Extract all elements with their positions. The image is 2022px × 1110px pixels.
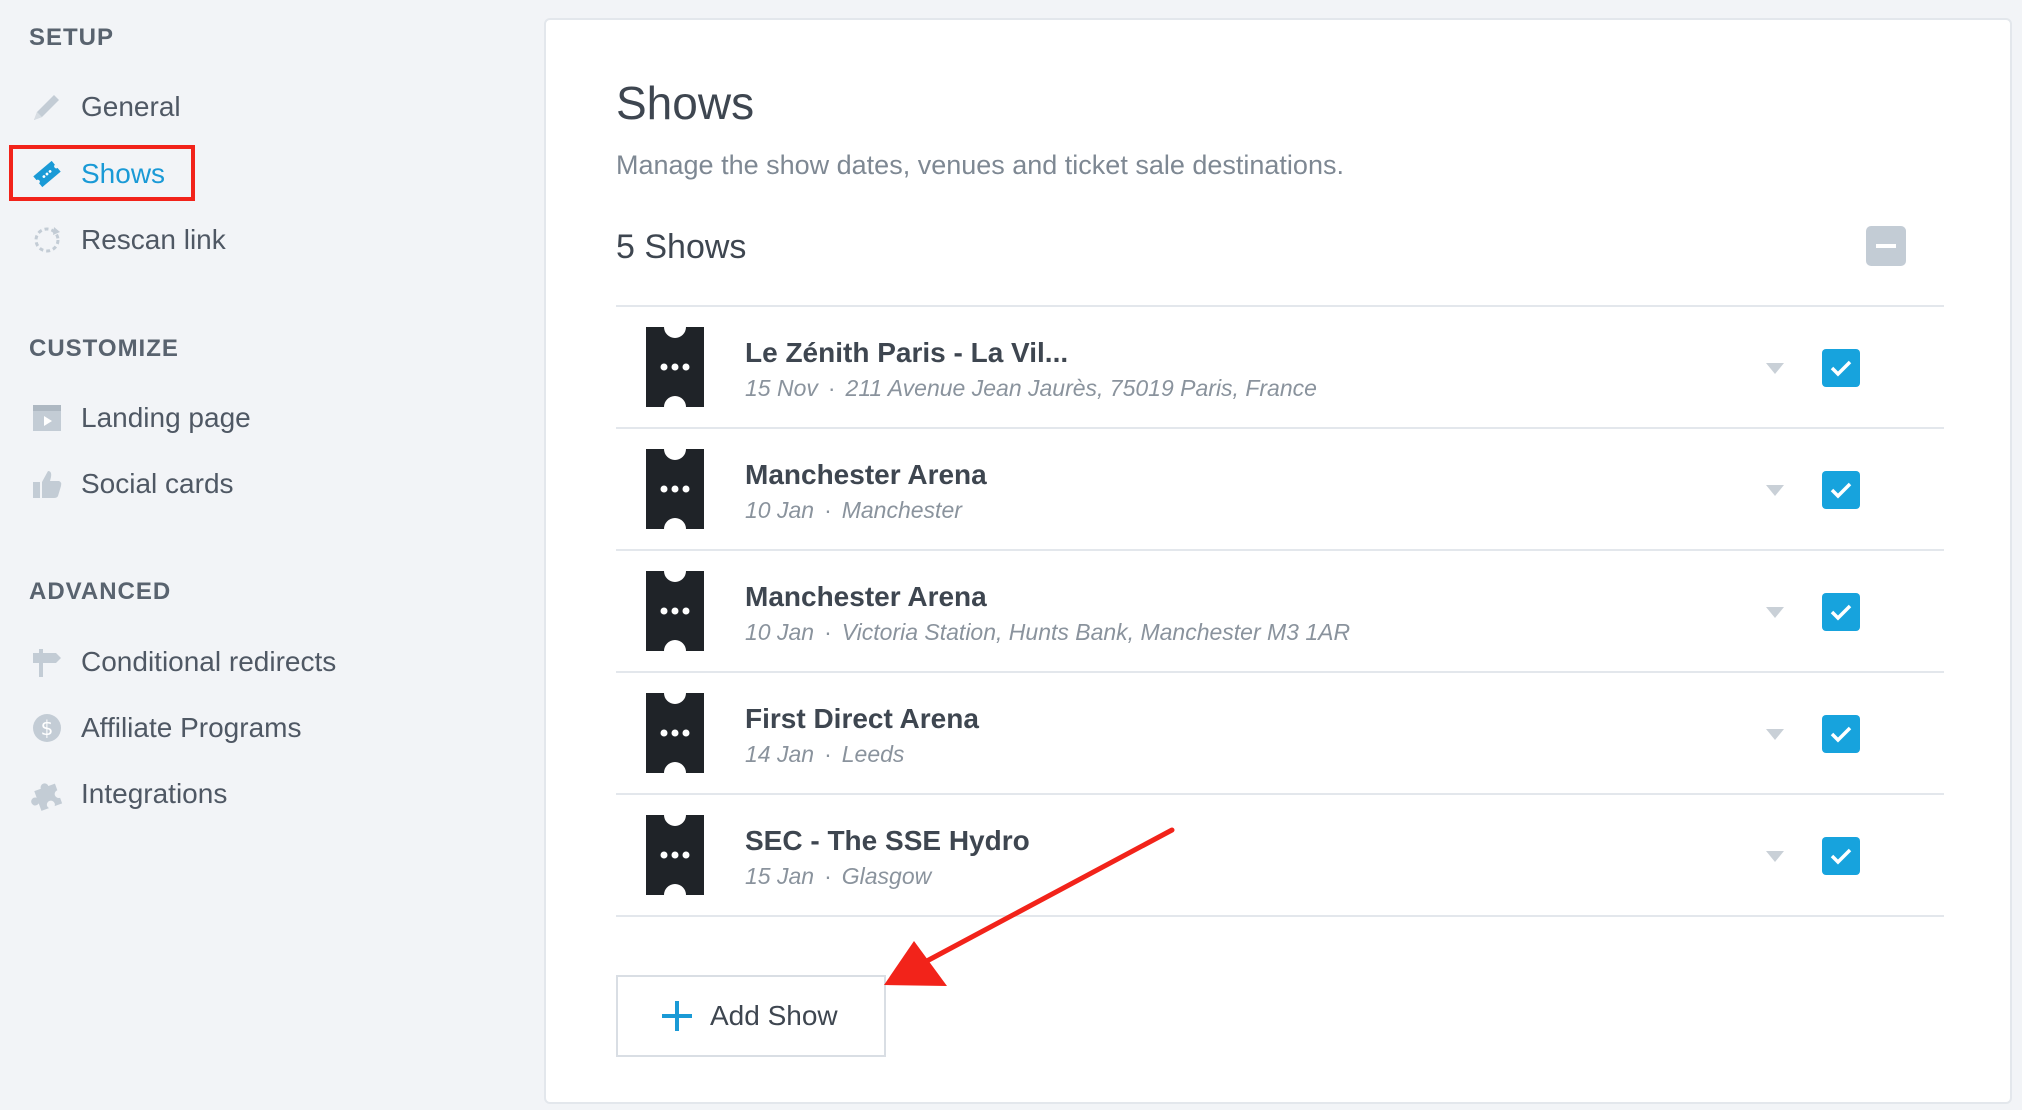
checkmark-icon (1830, 604, 1852, 621)
sidebar: SETUP General Shows Rescan link CUSTOMIZ… (0, 0, 540, 1110)
show-meta: 15 Jan · Glasgow (745, 863, 931, 890)
add-show-label: Add Show (710, 1000, 838, 1031)
show-name: First Direct Arena (745, 703, 979, 734)
thumbs-up-icon (29, 466, 65, 502)
sidebar-item-label: Integrations (81, 778, 228, 809)
show-checkbox[interactable] (1822, 837, 1860, 875)
pencil-icon (29, 89, 65, 125)
puzzle-icon (29, 776, 65, 812)
sidebar-item-affiliate-programs[interactable]: $ Affiliate Programs (29, 706, 301, 750)
show-name: Manchester Arena (745, 459, 987, 490)
sidebar-item-label: General (81, 91, 181, 122)
show-date: 15 Jan (745, 863, 815, 889)
dollar-icon: $ (29, 710, 65, 746)
show-row[interactable]: Manchester Arena 10 Jan · Manchester (616, 429, 1944, 551)
shows-count: 5 Shows (616, 228, 747, 266)
meta-separator: · (824, 497, 832, 523)
minus-icon (1876, 244, 1896, 248)
meta-separator: · (824, 619, 832, 645)
sidebar-item-landing-page[interactable]: Landing page (29, 396, 251, 440)
show-date: 15 Nov (745, 375, 818, 401)
ticket-icon (644, 815, 706, 895)
sidebar-item-label: Rescan link (81, 224, 226, 255)
landing-page-icon (29, 400, 65, 436)
show-row[interactable]: First Direct Arena 14 Jan · Leeds (616, 673, 1944, 795)
meta-separator: · (827, 375, 836, 401)
show-checkbox[interactable] (1822, 715, 1860, 753)
annotation-highlight-box (9, 145, 195, 201)
svg-text:$: $ (41, 716, 54, 740)
chevron-down-icon[interactable] (1766, 729, 1784, 740)
sidebar-item-label: Conditional redirects (81, 646, 337, 677)
ticket-icon (644, 449, 706, 529)
shows-card: Shows Manage the show dates, venues and … (544, 18, 2012, 1104)
sidebar-item-label: Landing page (81, 402, 251, 433)
show-location: Glasgow (841, 863, 932, 889)
show-checkbox[interactable] (1822, 593, 1860, 631)
checkmark-icon (1830, 848, 1852, 865)
ticket-icon (644, 693, 706, 773)
advanced-section-title: ADVANCED (29, 578, 172, 605)
show-checkbox[interactable] (1822, 471, 1860, 509)
sidebar-item-label: Affiliate Programs (81, 712, 302, 743)
ticket-icon (644, 571, 706, 651)
show-date: 14 Jan (745, 741, 815, 767)
show-meta: 10 Jan · Manchester (745, 497, 962, 524)
checkmark-icon (1830, 482, 1852, 499)
page-subtitle: Manage the show dates, venues and ticket… (616, 150, 1344, 180)
show-meta: 15 Nov · 211 Avenue Jean Jaurès, 75019 Par… (745, 375, 1317, 402)
ticket-icon (644, 327, 706, 407)
show-row[interactable]: Le Zénith Paris - La Vil... 15 Nov · 211 A… (616, 307, 1944, 429)
sidebar-item-general[interactable]: General (29, 85, 181, 129)
setup-section-title: SETUP (29, 24, 115, 51)
show-date: 10 Jan (745, 619, 815, 645)
show-checkbox[interactable] (1822, 349, 1860, 387)
show-row[interactable]: SEC - The SSE Hydro 15 Jan · Glasgow (616, 795, 1944, 917)
sidebar-item-social-cards[interactable]: Social cards (29, 462, 234, 506)
show-location: Manchester (841, 497, 962, 523)
sidebar-item-label: Social cards (81, 468, 234, 499)
sidebar-item-rescan-link[interactable]: Rescan link (29, 218, 226, 262)
show-name: Manchester Arena (745, 581, 987, 612)
customize-section-title: CUSTOMIZE (29, 335, 179, 362)
signpost-icon (29, 644, 65, 680)
collapse-all-button[interactable] (1866, 226, 1906, 266)
show-row[interactable]: Manchester Arena 10 Jan · Victoria Station… (616, 551, 1944, 673)
chevron-down-icon[interactable] (1766, 485, 1784, 496)
checkmark-icon (1830, 360, 1852, 377)
show-meta: 14 Jan · Leeds (745, 741, 904, 768)
add-show-button[interactable]: Add Show (616, 975, 886, 1057)
meta-separator: · (824, 863, 832, 889)
show-location: 211 Avenue Jean Jaurès, 75019 Paris, Fra… (845, 375, 1317, 401)
show-name: Le Zénith Paris - La Vil... (745, 337, 1069, 368)
show-location: Leeds (841, 741, 905, 767)
page-title: Shows (616, 77, 755, 129)
show-location: Victoria Station, Hunts Bank, Manchester… (841, 619, 1351, 645)
shows-list: Le Zénith Paris - La Vil... 15 Nov · 211 A… (616, 305, 1944, 917)
sidebar-item-integrations[interactable]: Integrations (29, 772, 227, 816)
chevron-down-icon[interactable] (1766, 851, 1784, 862)
show-name: SEC - The SSE Hydro (745, 825, 1030, 856)
plus-icon (662, 1001, 692, 1031)
sidebar-item-conditional-redirects[interactable]: Conditional redirects (29, 640, 336, 684)
refresh-icon (29, 222, 65, 258)
chevron-down-icon[interactable] (1766, 363, 1784, 374)
show-date: 10 Jan (745, 497, 815, 523)
checkmark-icon (1830, 726, 1852, 743)
chevron-down-icon[interactable] (1766, 607, 1784, 618)
meta-separator: · (824, 741, 832, 767)
show-meta: 10 Jan · Victoria Station, Hunts Bank, Man… (745, 619, 1350, 646)
